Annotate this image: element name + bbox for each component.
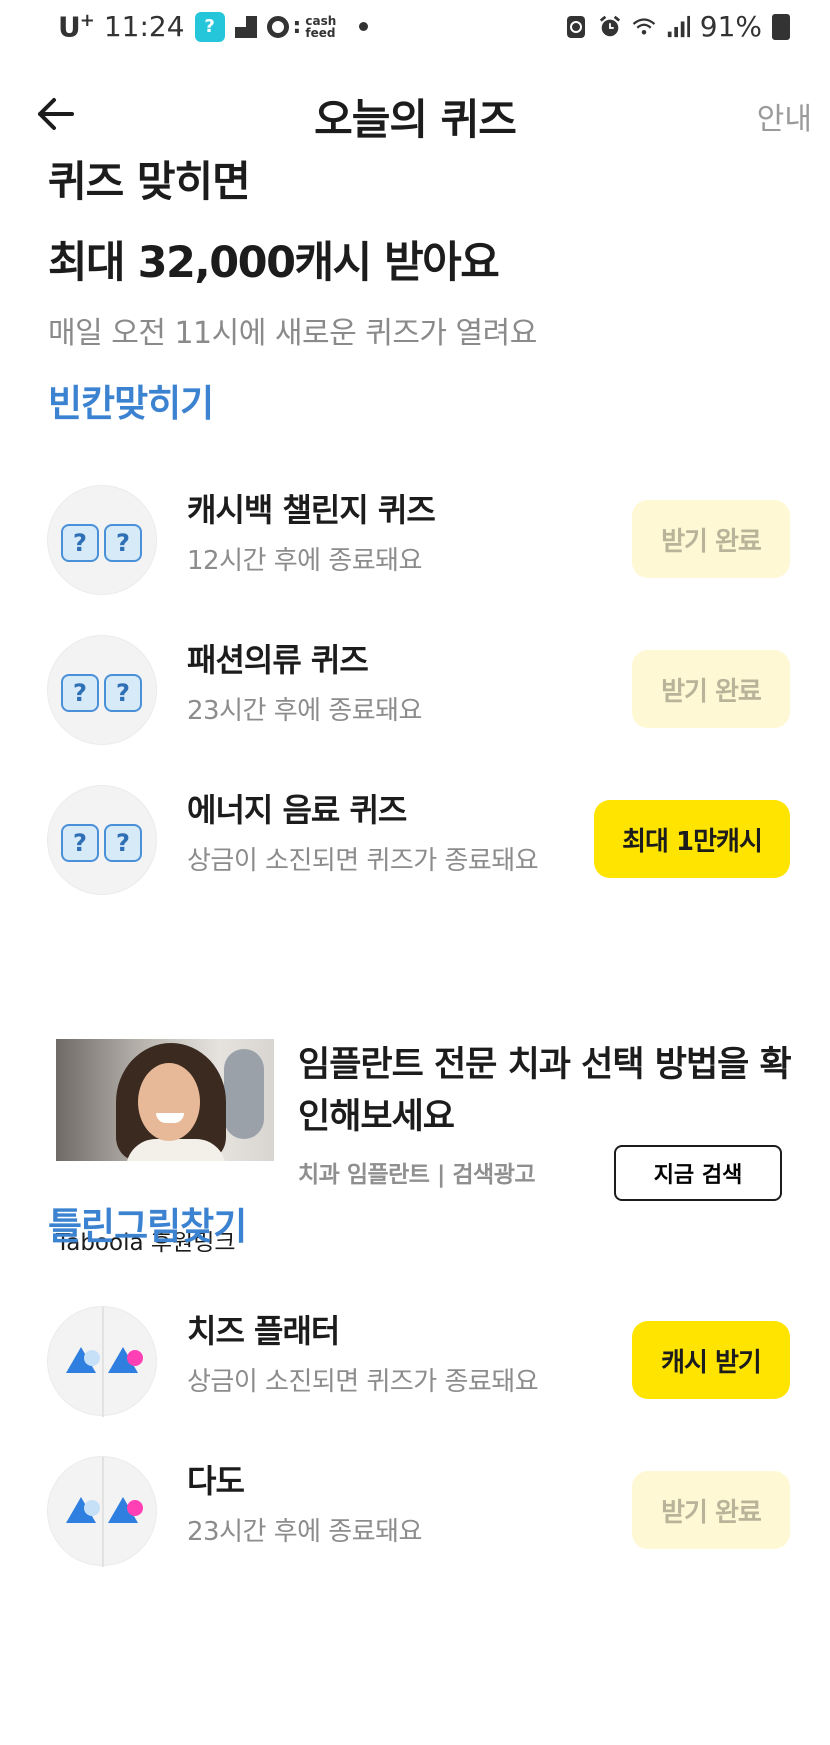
page-title: 오늘의 퀴즈 — [314, 95, 517, 144]
triangles-icon — [47, 1456, 157, 1567]
quiz-row[interactable]: 치즈 플래터 상금이 소진되면 퀴즈가 종료돼요 캐시 받기 — [0, 1296, 830, 1426]
quiz-deadline: 상금이 소진되면 퀴즈가 종료돼요 — [187, 1367, 539, 1397]
claim-cash-button[interactable]: 캐시 받기 — [632, 1321, 790, 1399]
status-left: U+ 11:24 ? : cash feed — [58, 10, 369, 44]
quiz-row[interactable]: ?? 패션의류 퀴즈 23시간 후에 종료돼요 받기 완료 — [0, 625, 830, 755]
quiz-row[interactable]: 다도 23시간 후에 종료돼요 받기 완료 — [0, 1446, 830, 1576]
quiz-title: 캐시백 챌린지 퀴즈 — [187, 491, 436, 529]
hero-banner: 퀴즈 맞히면 최대 32,000캐시 받아요 매일 오전 11시에 새로운 퀴즈… — [48, 160, 808, 355]
hero-subtitle: 매일 오전 11시에 새로운 퀴즈가 열려요 — [48, 316, 537, 351]
alarm-icon — [598, 15, 622, 39]
quiz-deadline: 상금이 소진되면 퀴즈가 종료돼요 — [187, 846, 539, 876]
question-boxes-icon: ?? — [47, 635, 157, 745]
steps-icon — [234, 15, 257, 38]
recycle-icon — [564, 15, 588, 39]
quiz-deadline: 23시간 후에 종료돼요 — [187, 696, 422, 726]
section-title-fill-blank: 빈칸맞히기 — [48, 382, 214, 425]
wifi-icon — [632, 15, 656, 39]
guide-link[interactable]: 안내 — [757, 94, 812, 138]
cashfeed-icon: : cash feed — [266, 14, 340, 39]
battery-icon — [772, 13, 790, 40]
quiz-deadline: 23시간 후에 종료돼요 — [187, 1517, 422, 1547]
section-title-spot-difference: 틀린그림찾기 — [48, 1205, 247, 1248]
reward-claimed-button[interactable]: 받기 완료 — [632, 1471, 790, 1549]
quiz-app-icon: ? — [194, 11, 225, 42]
quiz-title: 패션의류 퀴즈 — [187, 641, 369, 679]
status-time: 11:24 — [103, 10, 185, 44]
reward-claimed-button[interactable]: 받기 완료 — [632, 500, 790, 578]
ad-title[interactable]: 임플란트 전문 치과 선택 방법을 확인해보세요 — [298, 1039, 798, 1143]
max-cash-button[interactable]: 최대 1만캐시 — [594, 800, 790, 878]
notification-dot-icon — [359, 22, 369, 32]
question-boxes-icon: ?? — [47, 485, 157, 595]
quiz-title: 다도 — [187, 1462, 245, 1500]
quiz-deadline: 12시간 후에 종료돼요 — [187, 546, 422, 576]
question-boxes-icon: ?? — [47, 785, 157, 895]
status-right: 91% — [564, 10, 790, 43]
quiz-row[interactable]: ?? 캐시백 챌린지 퀴즈 12시간 후에 종료돼요 받기 완료 — [0, 475, 830, 605]
status-bar: U+ 11:24 ? : cash feed 91% — [0, 0, 830, 56]
top-app-bar: 오늘의 퀴즈 안내 — [0, 64, 830, 164]
carrier-label: U+ — [58, 10, 95, 44]
signal-icon — [666, 15, 690, 39]
battery-percent: 91% — [699, 10, 762, 43]
triangles-icon — [47, 1306, 157, 1417]
hero-title-line1: 퀴즈 맞히면 — [48, 160, 251, 206]
quiz-row[interactable]: ?? 에너지 음료 퀴즈 상금이 소진되면 퀴즈가 종료돼요 최대 1만캐시 — [0, 775, 830, 905]
ad-image[interactable] — [56, 1039, 274, 1161]
quiz-title: 치즈 플래터 — [187, 1312, 340, 1350]
ad-source: 치과 임플란트 | 검색광고 — [298, 1162, 536, 1188]
quiz-title: 에너지 음료 퀴즈 — [187, 791, 407, 829]
reward-claimed-button[interactable]: 받기 완료 — [632, 650, 790, 728]
search-now-button[interactable]: 지금 검색 — [614, 1145, 782, 1201]
hero-title-line2: 최대 32,000캐시 받아요 — [48, 238, 500, 288]
